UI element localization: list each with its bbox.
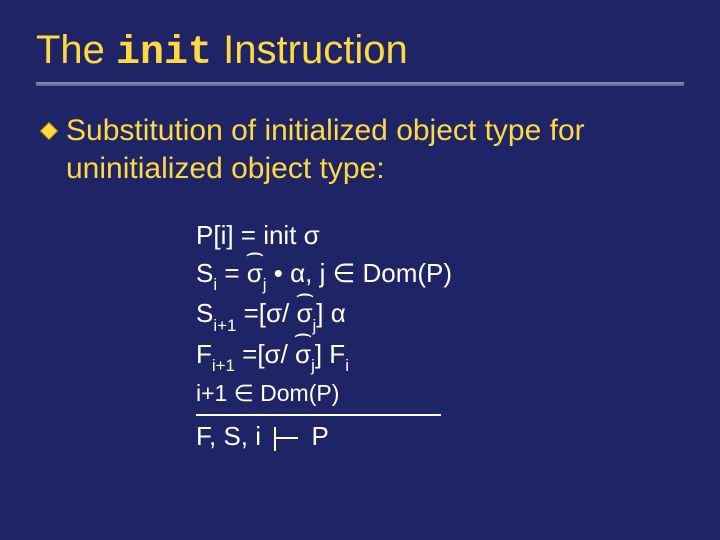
math-line-6: F, S, i P (196, 418, 684, 456)
hat-sigma-3: σ (295, 336, 311, 374)
math-l4-a: F (196, 339, 212, 369)
inference-rule: P[i] = init σ Si = σj • α, j ∈ Dom(P) Si… (196, 217, 684, 456)
slide-title: The init Instruction (36, 28, 684, 76)
math-l3-a: S (196, 298, 213, 328)
title-divider (36, 82, 684, 86)
turnstile-icon (272, 425, 300, 451)
title-code: init (116, 31, 212, 76)
title-suffix: Instruction (212, 28, 408, 72)
math-l2-hatsub: j (263, 275, 267, 294)
math-l2-a: S (196, 258, 213, 288)
math-l4-hatsub: j (311, 356, 315, 375)
math-l2-b: = (217, 258, 247, 288)
math-line-1: P[i] = init σ (196, 217, 684, 255)
math-l2-hat: σ (247, 258, 263, 288)
math-l4-hat: σ (295, 339, 311, 369)
math-l6-b: P (304, 421, 329, 451)
diamond-bullet-icon (40, 122, 58, 145)
math-l3-sub: i+1 (213, 316, 236, 335)
math-line-3: Si+1 =[σ/ σj] α (196, 295, 684, 336)
math-l4-c: ] F (315, 339, 345, 369)
math-l5: i+1 ∈ Dom(P) (196, 380, 339, 406)
math-l3-b: =[σ/ (236, 298, 296, 328)
math-l2-sub: i (213, 275, 217, 294)
math-l4-sub1: i+1 (212, 356, 235, 375)
math-l4-b: =[σ/ (235, 339, 295, 369)
math-line-4: Fi+1 =[σ/ σj] Fi (196, 336, 684, 377)
bullet-text: Substitution of initialized object type … (66, 112, 684, 187)
title-prefix: The (36, 28, 116, 72)
bullet-item: Substitution of initialized object type … (36, 112, 684, 187)
math-line-2: Si = σj • α, j ∈ Dom(P) (196, 255, 684, 296)
math-l6-a: F, S, i (196, 421, 268, 451)
math-l3-c: ] α (316, 298, 345, 328)
math-l3-hatsub: j (313, 316, 317, 335)
hat-sigma-1: σ (247, 255, 263, 293)
math-l4-sub2: i (345, 356, 349, 375)
math-line-5: i+1 ∈ Dom(P) (196, 377, 684, 410)
inference-rule-divider (196, 414, 441, 416)
